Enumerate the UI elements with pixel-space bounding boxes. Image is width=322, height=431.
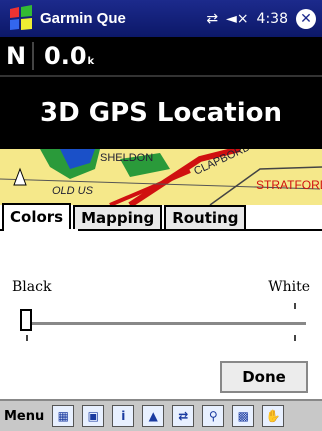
slider-tick	[26, 335, 28, 341]
brightness-slider[interactable]	[22, 322, 306, 325]
speed-readout: 0.0 k	[34, 42, 94, 70]
sync-arrows-icon[interactable]: ⇄	[206, 11, 218, 27]
slider-tick	[294, 335, 296, 341]
done-button[interactable]: Done	[220, 361, 308, 393]
tab-routing[interactable]: Routing	[164, 205, 247, 229]
calendar-icon[interactable]: ▦	[52, 405, 75, 427]
menu-button[interactable]: Menu	[4, 409, 44, 424]
map-label: STRATFORD	[256, 178, 322, 192]
heading-direction: N	[0, 42, 34, 70]
tab-colors[interactable]: Colors	[2, 203, 72, 229]
speaker-muted-icon[interactable]: ◄×	[226, 11, 249, 27]
close-icon[interactable]: ✕	[296, 8, 316, 29]
title-bar: Garmin Que ⇄ ◄× 4:38 ✕	[0, 0, 322, 37]
clock-time[interactable]: 4:38	[257, 11, 288, 27]
contacts-icon[interactable]: ▣	[82, 405, 105, 427]
map-label: SHELDON	[100, 152, 153, 164]
route-icon[interactable]: ⇄	[172, 405, 195, 427]
gps-status-text: 3D GPS Location	[40, 98, 282, 128]
bottom-toolbar: Menu ▦ ▣ i ▲ ⇄ ⚲ ▩ ✋	[0, 399, 322, 431]
tab-mapping[interactable]: Mapping	[73, 205, 163, 229]
colors-panel: Black White Done	[0, 231, 322, 399]
hand-icon[interactable]: ✋	[262, 405, 285, 427]
slider-min-label: Black	[12, 279, 52, 295]
gps-status-banner: 3D GPS Location	[0, 75, 322, 149]
speed-value: 0.0	[44, 42, 87, 70]
binoculars-icon[interactable]: ⚲	[202, 405, 225, 427]
triangle-icon[interactable]: ▲	[142, 405, 165, 427]
slider-tick	[294, 303, 296, 309]
settings-tabs: Colors Mapping Routing	[0, 203, 322, 229]
slider-thumb[interactable]	[20, 309, 32, 331]
heading-bar: N 0.0 k	[0, 37, 322, 75]
windows-start-icon[interactable]	[6, 4, 36, 34]
info-icon[interactable]: i	[112, 405, 135, 427]
map-view[interactable]: SHELDON OLD US CLAPBORD STRATFORD	[0, 149, 322, 205]
slider-max-label: White	[268, 279, 310, 295]
status-area: ⇄ ◄× 4:38 ✕	[206, 8, 316, 29]
speed-unit: k	[87, 56, 95, 67]
app-title: Garmin Que	[40, 10, 126, 27]
map-icon[interactable]: ▩	[232, 405, 255, 427]
map-label: OLD US	[52, 185, 94, 197]
